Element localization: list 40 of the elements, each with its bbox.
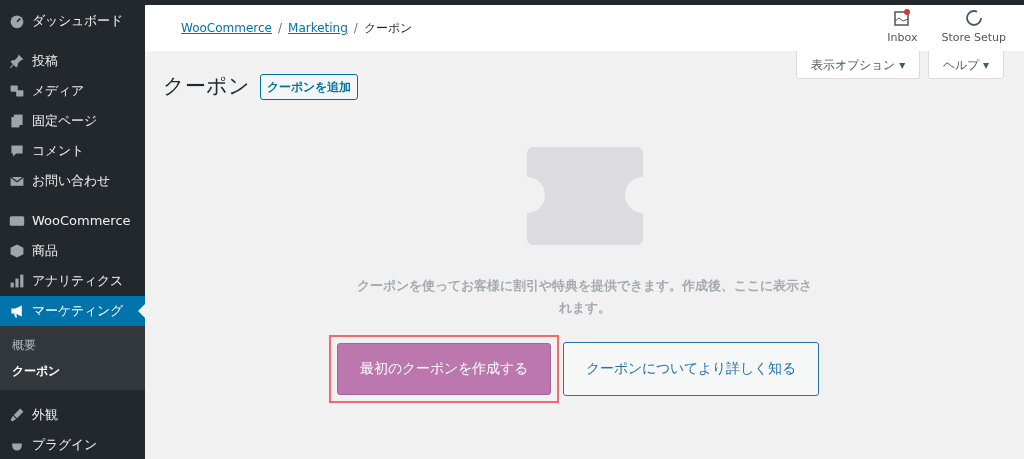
menu-icon [9,213,25,229]
menu-icon [9,83,25,99]
breadcrumb-link[interactable]: Marketing [288,19,348,37]
add-coupon-button[interactable]: クーポンを追加 [260,73,358,100]
header-action-button[interactable]: Inbox [877,9,928,47]
page-title: クーポン [163,73,250,100]
inbox-icon [893,9,912,28]
menu-icon [9,143,25,159]
breadcrumb-separator: / [278,20,283,37]
sidebar-item[interactable]: 商品 [0,236,145,266]
menu-icon [9,13,25,29]
menu-icon [9,303,25,319]
submenu-item[interactable]: クーポン [0,358,145,384]
breadcrumb-separator: / [353,20,358,37]
sidebar-item[interactable]: お問い合わせ [0,166,145,196]
menu-icon [9,113,25,129]
menu-icon [9,243,25,259]
sidebar-item[interactable]: メディア [0,76,145,106]
header-action-button[interactable]: Store Setup [931,9,1016,47]
sidebar-item[interactable]: ダッシュボード [0,6,145,36]
sidebar-item[interactable]: 固定ページ [0,106,145,136]
sidebar-item[interactable]: アナリティクス [0,266,145,296]
sidebar-item[interactable]: WooCommerce [0,206,145,236]
menu-icon [9,407,25,423]
sidebar-item[interactable]: マーケティング [0,296,145,326]
progress-ring-icon [964,9,983,28]
sidebar-item[interactable]: 外観 [0,400,145,430]
breadcrumb-link[interactable]: WooCommerce [181,19,272,37]
learn-more-button[interactable]: クーポンについてより詳しく知る [562,341,819,396]
empty-state-message: クーポンを使ってお客様に割引や特典を提供できます。作成後、ここに表示されます。 [356,276,813,317]
breadcrumb-current: クーポン [363,20,412,37]
menu-icon [9,273,25,289]
submenu-item[interactable]: 概要 [0,332,145,358]
menu-icon [9,53,25,69]
sidebar-item[interactable]: コメント [0,136,145,166]
screen-tab-button[interactable]: 表示オプション ▾ [796,51,921,79]
sidebar-item[interactable]: プラグイン [0,430,145,459]
sidebar-item[interactable]: 投稿 [0,46,145,76]
screen-tab-button[interactable]: ヘルプ ▾ [928,51,1004,79]
current-menu-pointer [138,304,145,318]
